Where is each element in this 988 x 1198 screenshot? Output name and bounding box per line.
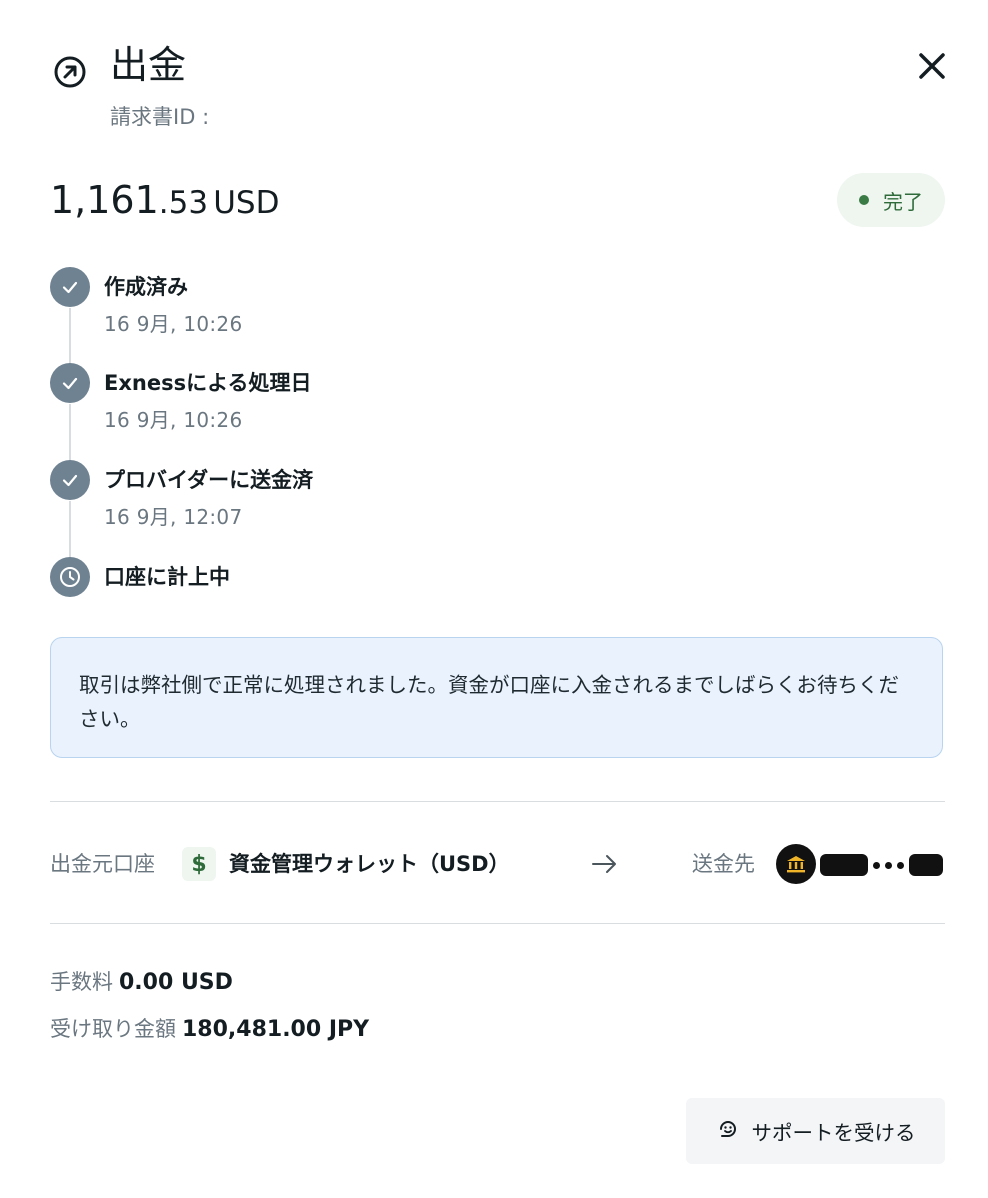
received-amount-label: 受け取り金額 xyxy=(50,1017,176,1041)
redacted-mask xyxy=(215,109,296,127)
dollar-icon: $ xyxy=(182,847,216,881)
close-icon[interactable] xyxy=(912,46,952,86)
invoice-id-value: : xyxy=(202,105,210,129)
received-amount-row: 受け取り金額 180,481.00 JPY xyxy=(50,1013,369,1046)
timeline-step-time: 16 9月, 10:26 xyxy=(104,408,243,432)
status-dot-icon xyxy=(859,195,869,205)
received-amount-value: 180,481.00 JPY xyxy=(182,1017,370,1042)
fee-row: 手数料 0.00 USD xyxy=(50,966,233,999)
timeline-step-title: プロバイダーに送金済 xyxy=(104,468,314,492)
check-icon xyxy=(50,363,90,403)
timeline-step-title: 作成済み xyxy=(104,275,188,299)
destination-account-redacted xyxy=(820,850,943,880)
support-button-label: サポートを受ける xyxy=(751,1121,916,1145)
timeline-step-title: 口座に計上中 xyxy=(104,565,230,589)
source-account-name: 資金管理ウォレット（USD） xyxy=(229,852,510,876)
source-account-label: 出金元口座 xyxy=(50,852,155,876)
fee-label: 手数料 xyxy=(50,970,113,994)
timeline-step-time: 16 9月, 12:07 xyxy=(104,505,243,529)
divider xyxy=(50,801,945,802)
fee-value: 0.00 USD xyxy=(119,970,233,995)
timeline-connector xyxy=(69,308,71,368)
mask-dot xyxy=(885,861,892,869)
redacted-mask xyxy=(909,854,943,876)
timeline-step-time: 16 9月, 10:26 xyxy=(104,312,243,336)
clock-icon xyxy=(50,557,90,597)
status-badge: 完了 xyxy=(837,173,945,227)
page-title: 出金 xyxy=(110,43,187,87)
mask-dot xyxy=(873,861,880,869)
check-icon xyxy=(50,460,90,500)
timeline-step-title: Exnessによる処理日 xyxy=(104,371,312,395)
invoice-id: 請求書ID : xyxy=(110,102,296,132)
divider xyxy=(50,923,945,924)
check-icon xyxy=(50,267,90,307)
invoice-label: 請求書ID xyxy=(110,105,196,129)
timeline-connector xyxy=(69,404,71,464)
amount-decimal: .53 xyxy=(158,185,209,221)
timeline-connector xyxy=(69,501,71,561)
arrow-up-right-circle-icon xyxy=(52,54,88,90)
amount: 1,161.53 USD xyxy=(50,172,279,236)
support-button[interactable]: サポートを受ける xyxy=(686,1098,945,1164)
amount-currency: USD xyxy=(213,185,280,221)
status-label: 完了 xyxy=(883,189,923,214)
mask-dot xyxy=(897,861,904,869)
destination-label: 送金先 xyxy=(692,852,755,876)
support-icon xyxy=(716,1117,740,1146)
info-message: 取引は弊社側で正常に処理されました。資金が口座に入金されるまでしばらくお待ちくだ… xyxy=(50,637,943,758)
amount-integer: 1,161 xyxy=(50,178,159,222)
bank-icon xyxy=(776,844,816,884)
arrow-right-icon xyxy=(590,850,620,878)
redacted-mask xyxy=(820,854,868,876)
